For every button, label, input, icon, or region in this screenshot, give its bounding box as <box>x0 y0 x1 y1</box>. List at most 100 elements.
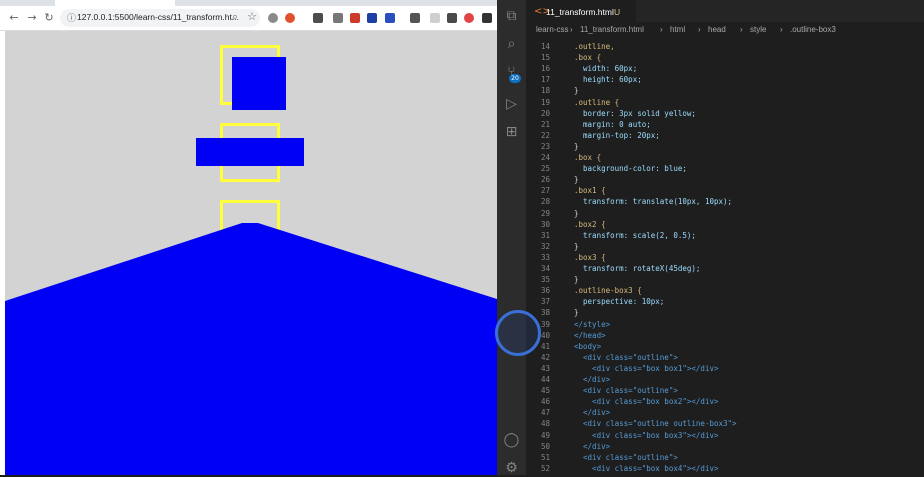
line-number: 35 <box>540 275 550 285</box>
camera-extension-icon[interactable] <box>268 13 278 23</box>
line-number: 21 <box>540 119 550 129</box>
code-line: .outline-box3 { <box>574 286 642 296</box>
extension-icon[interactable] <box>430 13 440 23</box>
search-icon[interactable]: ⌕ <box>503 36 520 53</box>
breadcrumb-item[interactable]: 11_transform.html <box>580 25 644 34</box>
line-number: 32 <box>540 241 550 251</box>
editor-tab-filename: 11_transform.html <box>546 7 614 17</box>
page-viewport <box>5 31 497 475</box>
code-line: transform: translate(10px, 10px); <box>574 197 733 207</box>
line-number: 23 <box>540 141 550 151</box>
code-line: <div class="outline"> <box>574 386 678 396</box>
editor-tabs: <> 11_transform.html U <box>526 0 924 23</box>
back-icon[interactable]: ← <box>8 11 20 25</box>
code-line: } <box>574 208 579 218</box>
breadcrumb-item[interactable]: head <box>708 25 726 34</box>
line-number: 48 <box>540 419 550 429</box>
browser-window: ← → ↻ ⓘ 127.0.0.1:5500/learn-css/11_tran… <box>0 0 497 475</box>
code-line: .box1 { <box>574 186 606 196</box>
extension-icon[interactable] <box>333 13 343 23</box>
breadcrumb-item[interactable]: html <box>670 25 685 34</box>
code-line: } <box>574 175 579 185</box>
line-number: 45 <box>540 386 550 396</box>
extension-icon[interactable] <box>350 13 360 23</box>
address-url: 127.0.0.1:5500/learn-css/11_transform.ht… <box>77 12 239 22</box>
browser-toolbar: ← → ↻ ⓘ 127.0.0.1:5500/learn-css/11_tran… <box>0 6 497 31</box>
code-line: transform: scale(2, 0.5); <box>574 230 696 240</box>
extension-icon[interactable] <box>464 13 474 23</box>
activity-bar: ⧉ ⌕ ⑂ ▷ ⊞ ◯ ⚙ <box>497 0 526 477</box>
line-number: 26 <box>540 175 550 185</box>
line-number: 43 <box>540 363 550 373</box>
extension-icon[interactable] <box>410 13 420 23</box>
code-line: } <box>574 275 579 285</box>
line-number: 15 <box>540 53 550 63</box>
info-icon[interactable]: ⓘ <box>67 11 76 24</box>
code-line: } <box>574 241 579 251</box>
code-line: <div class="box box3"></div> <box>574 430 719 440</box>
code-line: .outline { <box>574 97 620 107</box>
forward-icon[interactable]: → <box>26 11 38 25</box>
code-line: margin: 0 auto; <box>574 119 651 129</box>
code-line: .box { <box>574 53 602 63</box>
code-line: </div> <box>574 375 611 384</box>
code-line: .box3 { <box>574 252 606 262</box>
code-area[interactable]: 14 .outline, 15 .box {16 width: 60px; 17 hei… <box>526 40 924 475</box>
run-debug-icon[interactable]: ▷ <box>503 96 520 113</box>
scm-badge: 20 <box>509 74 521 83</box>
extension-icon[interactable] <box>313 13 323 23</box>
code-line: transform: rotateX(45deg); <box>574 264 701 273</box>
extension-icon[interactable] <box>367 13 377 23</box>
explorer-icon[interactable]: ⧉ <box>503 8 520 25</box>
extensions-icon[interactable]: ⊞ <box>503 124 520 141</box>
line-number: 33 <box>540 252 550 262</box>
line-number: 28 <box>540 197 550 207</box>
account-icon[interactable]: ◯ <box>503 432 520 449</box>
code-line: <div class="box box2"></div> <box>574 397 719 407</box>
line-number: 17 <box>540 75 550 85</box>
box3-rotated-perspective <box>5 223 497 475</box>
breadcrumb-item[interactable]: learn-css <box>536 25 568 34</box>
line-number: 36 <box>540 286 550 296</box>
line-number: 52 <box>540 463 550 473</box>
line-number: 46 <box>540 397 550 407</box>
extension-icon[interactable] <box>447 13 457 23</box>
breadcrumb-item[interactable]: .outline-box3 <box>790 25 836 34</box>
line-number: 25 <box>540 164 550 174</box>
code-line: </head> <box>574 330 606 340</box>
code-line: } <box>574 308 579 318</box>
bookmark-star-icon[interactable]: ☆ <box>246 10 258 24</box>
breadcrumb-separator-icon: › <box>660 25 663 34</box>
extension-icon[interactable] <box>385 13 395 23</box>
breadcrumb-separator-icon: › <box>740 25 743 34</box>
line-number: 50 <box>540 441 550 451</box>
reload-icon[interactable]: ↻ <box>43 11 55 25</box>
zoom-icon[interactable]: ⌕ <box>229 10 241 24</box>
mouse-cursor-highlight <box>495 310 541 356</box>
breadcrumb-separator-icon: › <box>570 25 573 34</box>
line-number: 24 <box>540 153 550 162</box>
line-number: 14 <box>540 42 550 51</box>
extension-icon[interactable] <box>482 13 492 23</box>
code-line: } <box>574 86 579 96</box>
breadcrumb-separator-icon: › <box>698 25 701 34</box>
line-number: 30 <box>540 219 550 229</box>
line-number: 47 <box>540 408 550 418</box>
gear-icon[interactable]: ⚙ <box>503 460 520 477</box>
code-line: <div class="outline outline-box3"> <box>574 419 737 429</box>
editor-tab-status: U <box>614 7 621 17</box>
code-line: margin-top: 20px; <box>574 130 660 140</box>
line-number: 29 <box>540 208 550 218</box>
code-line: .box { <box>574 153 602 162</box>
editor-tab[interactable]: <> 11_transform.html U <box>526 0 636 23</box>
line-number: 49 <box>540 430 550 440</box>
code-line: </div> <box>574 441 611 451</box>
code-editor: <> 11_transform.html U learn-css › 11_tr… <box>526 0 924 475</box>
code-line: </style> <box>574 319 611 329</box>
code-line: .box2 { <box>574 219 606 229</box>
line-number: 22 <box>540 130 550 140</box>
breadcrumb-item[interactable]: style <box>750 25 766 34</box>
extension-icon[interactable] <box>285 13 295 23</box>
line-number: 42 <box>540 352 550 362</box>
code-line: background-color: blue; <box>574 164 687 174</box>
